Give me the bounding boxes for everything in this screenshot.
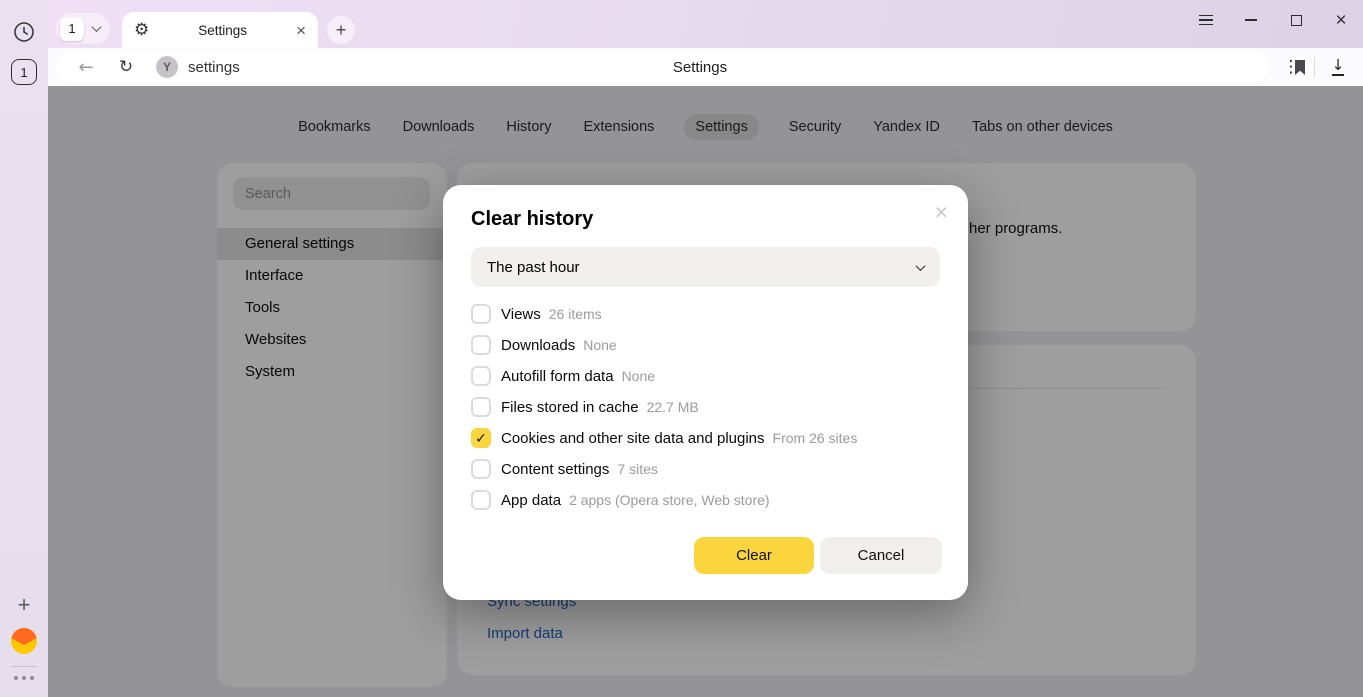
tab-bar: 1 ⚙ Settings × + × (48, 0, 1363, 48)
option-label: Cookies and other site data and plugins (501, 430, 765, 447)
checkbox-app-data[interactable] (471, 490, 491, 510)
reload-icon[interactable]: ↻ (110, 57, 142, 77)
gear-icon: ⚙ (134, 22, 149, 39)
option-label: Views (501, 306, 541, 323)
option-label: Files stored in cache (501, 399, 639, 416)
checkbox-autofill[interactable] (471, 366, 491, 386)
row-cache: Files stored in cache 22.7 MB (471, 397, 940, 417)
tab-group-selector[interactable]: 1 (56, 13, 110, 44)
rail-divider (11, 666, 37, 667)
address-bar[interactable]: ← ↻ Y settings (56, 52, 1268, 82)
minimize-icon[interactable] (1243, 12, 1259, 28)
history-clock-icon[interactable] (13, 21, 35, 43)
row-downloads: Downloads None (471, 335, 940, 355)
tab-group-count: 1 (60, 17, 84, 41)
checkbox-cache[interactable] (471, 397, 491, 417)
row-app-data: App data 2 apps (Opera store, Web store) (471, 490, 940, 510)
option-label: App data (501, 492, 561, 509)
menu-icon[interactable] (1198, 12, 1214, 28)
row-content-settings: Content settings 7 sites (471, 459, 940, 479)
toolbar-right: ⋮ ↓ (1276, 48, 1353, 86)
option-value: 22.7 MB (647, 399, 699, 415)
row-views: Views 26 items (471, 304, 940, 324)
window-close-icon[interactable]: × (1333, 12, 1349, 28)
dialog-close-icon[interactable]: × (931, 195, 952, 230)
window-controls: × (1198, 0, 1349, 40)
option-label: Content settings (501, 461, 609, 478)
url-text: settings (188, 59, 240, 76)
checkbox-views[interactable] (471, 304, 491, 324)
downloads-icon[interactable]: ↓ (1323, 58, 1353, 76)
checkbox-content-settings[interactable] (471, 459, 491, 479)
chevron-down-icon (92, 22, 102, 32)
option-value: None (622, 368, 655, 384)
browser-side-rail: 1 + (0, 0, 48, 697)
tab-title: Settings (149, 23, 296, 38)
tab-settings[interactable]: ⚙ Settings × (122, 12, 318, 48)
tab-close-icon[interactable]: × (296, 22, 306, 39)
time-range-value: The past hour (487, 259, 917, 276)
site-icon: Y (156, 56, 178, 78)
cancel-button[interactable]: Cancel (820, 537, 942, 574)
option-value: 7 sites (617, 461, 657, 477)
option-label: Autofill form data (501, 368, 614, 385)
option-value: 26 items (549, 306, 602, 322)
checkbox-cookies[interactable] (471, 428, 491, 448)
maximize-icon[interactable] (1288, 12, 1304, 28)
rail-more-icon[interactable] (14, 676, 34, 680)
clear-history-dialog: Clear history × The past hour Views 26 i… (443, 185, 968, 600)
toolbar-divider (1314, 57, 1315, 77)
row-autofill: Autofill form data None (471, 366, 940, 386)
yandex-mail-icon[interactable] (11, 628, 37, 654)
toolbar: ← ↻ Y settings Settings ⋮ ↓ (48, 48, 1363, 86)
more-options-icon[interactable]: ⋮ (1276, 57, 1306, 77)
time-range-select[interactable]: The past hour (471, 247, 940, 287)
row-cookies: Cookies and other site data and plugins … (471, 428, 940, 448)
clear-options-list: Views 26 items Downloads None Autofill f… (471, 304, 940, 510)
option-value: From 26 sites (773, 430, 858, 446)
option-value: 2 apps (Opera store, Web store) (569, 492, 770, 508)
new-tab-button[interactable]: + (327, 16, 355, 44)
option-label: Downloads (501, 337, 575, 354)
omnibox-page-title: Settings (673, 48, 727, 86)
clear-button[interactable]: Clear (694, 537, 814, 574)
dialog-title: Clear history (471, 208, 593, 231)
tab-count-badge[interactable]: 1 (11, 59, 37, 85)
option-value: None (583, 337, 616, 353)
chevron-down-icon (916, 261, 926, 271)
checkbox-downloads[interactable] (471, 335, 491, 355)
back-icon[interactable]: ← (70, 57, 102, 78)
rail-plus-icon[interactable]: + (18, 592, 31, 618)
